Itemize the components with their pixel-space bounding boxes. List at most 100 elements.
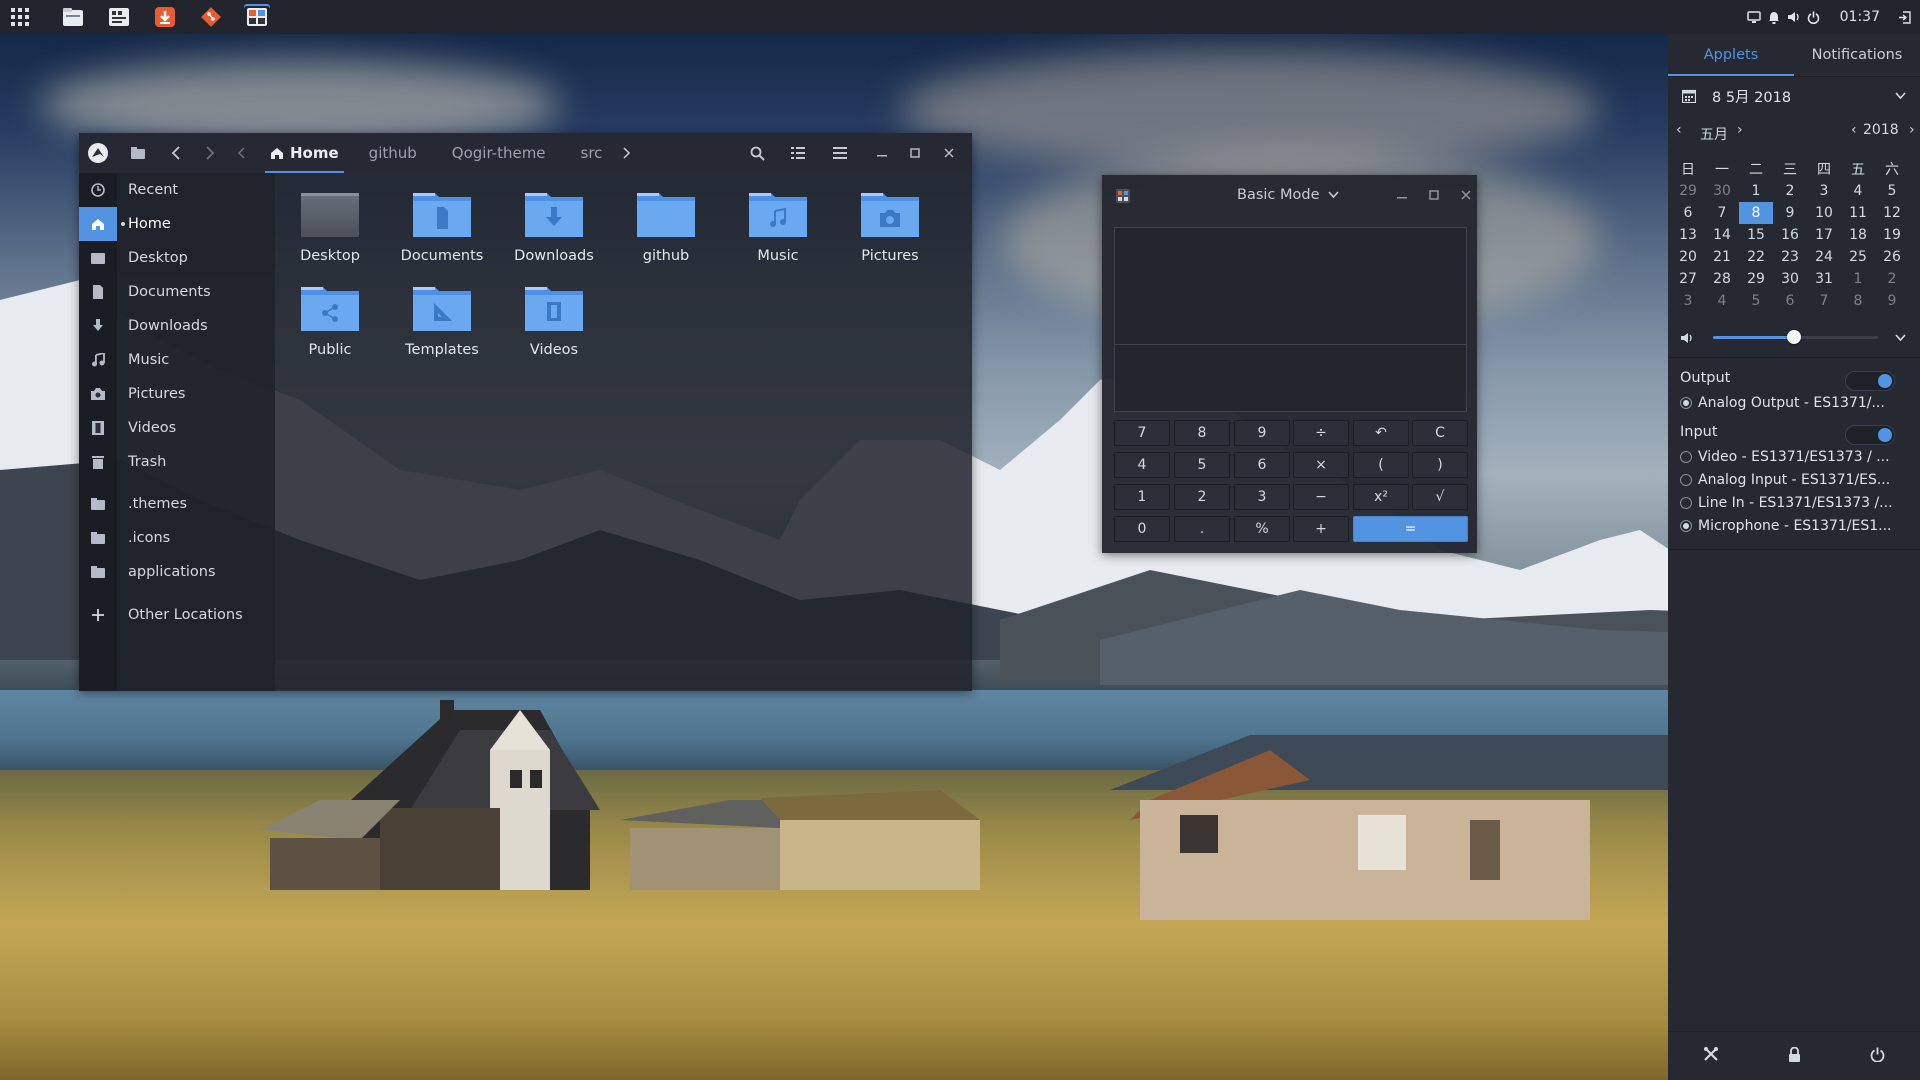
key-7[interactable]: 7 <box>1114 420 1170 446</box>
next-year-button[interactable]: › <box>1909 122 1915 138</box>
folder-downloads[interactable]: Downloads <box>499 189 609 264</box>
key-subtract[interactable]: − <box>1293 484 1349 510</box>
calendar-day[interactable]: 29 <box>1739 268 1773 290</box>
key-percent[interactable]: % <box>1234 516 1290 542</box>
calendar-day[interactable]: 4 <box>1705 290 1739 312</box>
folder-pictures[interactable]: Pictures <box>835 189 945 264</box>
notification-indicator[interactable] <box>1764 0 1784 34</box>
input-device-analog[interactable]: Analog Input - ES1371/ES... <box>1680 469 1916 491</box>
chevron-down-icon[interactable] <box>1895 334 1906 342</box>
power-button[interactable] <box>1870 1047 1885 1066</box>
calendar-day[interactable]: 14 <box>1705 224 1739 246</box>
calendar-day[interactable]: 1 <box>1841 268 1875 290</box>
sidebar-item-home[interactable]: Home <box>79 207 275 241</box>
calendar-day[interactable]: 23 <box>1773 246 1807 268</box>
folder-videos[interactable]: Videos <box>499 283 609 358</box>
tab-applets[interactable]: Applets <box>1668 34 1794 76</box>
sidebar-item-downloads[interactable]: Downloads <box>79 309 275 343</box>
sidebar-item-themes[interactable]: .themes <box>79 487 275 521</box>
calendar-day[interactable]: 16 <box>1773 224 1807 246</box>
calendar-day[interactable]: 10 <box>1807 202 1841 224</box>
calendar-day[interactable]: 26 <box>1875 246 1909 268</box>
calendar-day[interactable]: 15 <box>1739 224 1773 246</box>
key-open-paren[interactable]: ( <box>1353 452 1409 478</box>
breadcrumb-github[interactable]: github <box>354 133 432 173</box>
display-indicator[interactable] <box>1744 0 1764 34</box>
input-device-microphone[interactable]: Microphone - ES1371/ES1... <box>1680 515 1916 537</box>
folder-documents[interactable]: Documents <box>387 189 497 264</box>
close-button[interactable] <box>935 133 963 173</box>
key-add[interactable]: + <box>1293 516 1349 542</box>
calendar-day[interactable]: 17 <box>1807 224 1841 246</box>
key-6[interactable]: 6 <box>1234 452 1290 478</box>
maximize-button[interactable] <box>901 133 929 173</box>
folder-github[interactable]: github <box>611 189 721 264</box>
app-menu-button[interactable] <box>79 133 117 173</box>
files-launcher[interactable] <box>60 4 86 30</box>
settings-button[interactable] <box>1703 1046 1719 1066</box>
calendar-day[interactable]: 8 <box>1841 290 1875 312</box>
minimize-button[interactable] <box>868 133 896 173</box>
folder-desktop[interactable]: Desktop <box>275 189 385 264</box>
calendar-day[interactable]: 3 <box>1807 180 1841 202</box>
volume-slider-knob[interactable] <box>1786 330 1801 344</box>
calc-minimize-button[interactable] <box>1388 175 1416 215</box>
calendar-day[interactable]: 1 <box>1739 180 1773 202</box>
calendar-day[interactable]: 12 <box>1875 202 1909 224</box>
volume-slider[interactable] <box>1713 330 1878 344</box>
hamburger-menu-button[interactable] <box>819 133 861 173</box>
sidebar-item-pictures[interactable]: Pictures <box>79 377 275 411</box>
calendar-day[interactable]: 9 <box>1773 202 1807 224</box>
calendar-day[interactable]: 24 <box>1807 246 1841 268</box>
key-5[interactable]: 5 <box>1174 452 1230 478</box>
key-decimal[interactable]: . <box>1174 516 1230 542</box>
panel-clock[interactable]: 01:37 <box>1840 9 1880 25</box>
sidebar-item-desktop[interactable]: Desktop <box>79 241 275 275</box>
calendar-day[interactable]: 18 <box>1841 224 1875 246</box>
key-9[interactable]: 9 <box>1234 420 1290 446</box>
sidebar-item-trash[interactable]: Trash <box>79 445 275 479</box>
calendar-day[interactable]: 19 <box>1875 224 1909 246</box>
calendar-day[interactable]: 7 <box>1807 290 1841 312</box>
tab-notifications[interactable]: Notifications <box>1794 34 1920 76</box>
key-equals[interactable]: = <box>1353 516 1468 542</box>
volume-indicator[interactable] <box>1784 0 1804 34</box>
search-button[interactable] <box>737 133 777 173</box>
folder-music[interactable]: Music <box>723 189 833 264</box>
key-undo[interactable]: ↶ <box>1353 420 1409 446</box>
calc-close-button[interactable] <box>1452 175 1480 215</box>
next-month-button[interactable]: › <box>1737 122 1743 138</box>
forward-button[interactable] <box>193 133 227 173</box>
output-device-option[interactable]: Analog Output - ES1371/... <box>1680 392 1916 414</box>
download-manager-launcher[interactable] <box>152 4 178 30</box>
calendar-day[interactable]: 28 <box>1705 268 1739 290</box>
breadcrumb-qogir-theme[interactable]: Qogir-theme <box>432 133 566 173</box>
calendar-day[interactable]: 5 <box>1739 290 1773 312</box>
calendar-day[interactable]: 9 <box>1875 290 1909 312</box>
power-indicator[interactable] <box>1804 0 1824 34</box>
calendar-day[interactable]: 30 <box>1705 180 1739 202</box>
calendar-day[interactable]: 3 <box>1671 290 1705 312</box>
prev-month-button[interactable]: ‹ <box>1676 122 1682 138</box>
lock-button[interactable] <box>1788 1046 1801 1066</box>
mode-menu-button[interactable]: Basic Mode <box>1237 175 1339 215</box>
date-header[interactable]: 8 5月 2018 <box>1668 77 1920 115</box>
breadcrumb-scroll-right[interactable] <box>617 133 637 173</box>
calendar-day[interactable]: 27 <box>1671 268 1705 290</box>
key-square[interactable]: x² <box>1353 484 1409 510</box>
sidebar-item-icons[interactable]: .icons <box>79 521 275 555</box>
folder-templates[interactable]: Templates <box>387 283 497 358</box>
sidebar-item-documents[interactable]: Documents <box>79 275 275 309</box>
key-1[interactable]: 1 <box>1114 484 1170 510</box>
calendar-day[interactable]: 31 <box>1807 268 1841 290</box>
key-0[interactable]: 0 <box>1114 516 1170 542</box>
prev-year-button[interactable]: ‹ <box>1851 122 1857 138</box>
calendar-day[interactable]: 11 <box>1841 202 1875 224</box>
view-options-button[interactable] <box>777 133 819 173</box>
key-3[interactable]: 3 <box>1234 484 1290 510</box>
key-clear[interactable]: C <box>1412 420 1468 446</box>
calculator-launcher[interactable] <box>244 4 270 30</box>
calendar-day[interactable]: 6 <box>1671 202 1705 224</box>
calendar-day[interactable]: 6 <box>1773 290 1807 312</box>
calendar-day[interactable]: 2 <box>1875 268 1909 290</box>
